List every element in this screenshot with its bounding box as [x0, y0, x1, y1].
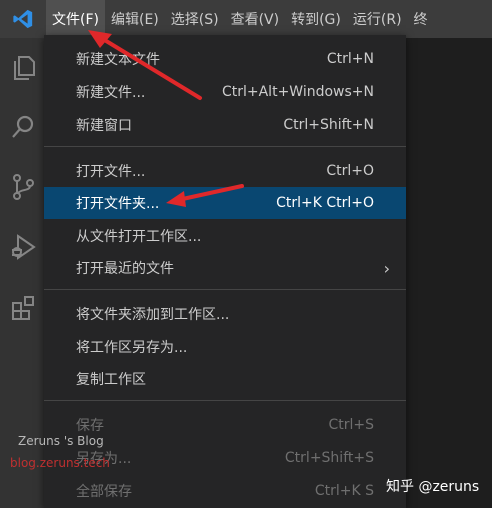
menu-open-file[interactable]: 打开文件... Ctrl+O — [44, 155, 406, 187]
menu-edit[interactable]: 编辑(E) — [105, 0, 165, 38]
menu-selection[interactable]: 选择(S) — [165, 0, 225, 38]
extensions-icon[interactable] — [8, 292, 38, 322]
menu-item-shortcut: Ctrl+Shift+S — [284, 450, 374, 466]
menu-duplicate-workspace[interactable]: 复制工作区 — [44, 363, 406, 395]
chevron-right-icon: › — [383, 258, 390, 278]
menu-save-all[interactable]: 全部保存 Ctrl+K S — [44, 475, 406, 507]
watermark-zhihu: 知乎 @zeruns — [386, 479, 480, 495]
menu-item-shortcut: Ctrl+O — [326, 163, 374, 179]
watermark-blog-url: blog.zeruns.tech — [10, 456, 110, 470]
menu-item-label: 从文件打开工作区... — [76, 229, 202, 245]
menu-item-shortcut: Ctrl+Alt+Windows+N — [221, 84, 374, 100]
menu-terminal[interactable]: 终 — [408, 0, 434, 38]
menu-item-shortcut: Ctrl+K S — [314, 483, 374, 499]
menu-item-label: 新建文本文件 — [76, 52, 160, 68]
menu-open-workspace-from-file[interactable]: 从文件打开工作区... — [44, 220, 406, 252]
menu-go[interactable]: 转到(G) — [285, 0, 347, 38]
menu-item-shortcut: Ctrl+S — [328, 417, 374, 433]
vscode-logo-icon — [0, 0, 46, 38]
menu-new-file[interactable]: 新建文件... Ctrl+Alt+Windows+N — [44, 76, 406, 108]
menu-run[interactable]: 运行(R) — [347, 0, 408, 38]
menu-item-label: 打开最近的文件 — [76, 261, 174, 277]
menu-item-label: 新建文件... — [76, 85, 146, 101]
menu-separator — [44, 289, 406, 290]
menu-item-shortcut: Ctrl+N — [326, 51, 374, 67]
menu-new-text-file[interactable]: 新建文本文件 Ctrl+N — [44, 43, 406, 75]
menu-item-label: 新建窗口 — [76, 118, 132, 134]
menu-add-folder-to-workspace[interactable]: 将文件夹添加到工作区... — [44, 298, 406, 330]
menu-separator — [44, 146, 406, 147]
menu-separator — [44, 400, 406, 401]
menu-item-label: 全部保存 — [76, 484, 132, 500]
menu-item-label: 复制工作区 — [76, 372, 146, 388]
menu-new-window[interactable]: 新建窗口 Ctrl+Shift+N — [44, 109, 406, 141]
menu-view[interactable]: 查看(V) — [225, 0, 286, 38]
watermark-blog-name: Zeruns 's Blog — [18, 434, 104, 448]
menu-item-shortcut: Ctrl+Shift+N — [283, 117, 374, 133]
menu-item-shortcut: Ctrl+K Ctrl+O — [276, 195, 374, 211]
menu-item-label: 打开文件... — [76, 164, 146, 180]
menu-file[interactable]: 文件(F) — [46, 0, 105, 38]
files-icon[interactable] — [8, 52, 38, 82]
menu-open-recent[interactable]: 打开最近的文件 › — [44, 252, 406, 284]
search-icon[interactable] — [8, 112, 38, 142]
menu-item-label: 打开文件夹... — [76, 196, 160, 212]
menu-save-workspace-as[interactable]: 将工作区另存为... — [44, 331, 406, 363]
source-control-icon[interactable] — [8, 172, 38, 202]
menu-item-label: 将文件夹添加到工作区... — [76, 307, 230, 323]
menu-bar: 文件(F) 编辑(E) 选择(S) 查看(V) 转到(G) 运行(R) 终 — [0, 0, 492, 38]
run-debug-icon[interactable] — [8, 232, 38, 262]
menu-item-label: 将工作区另存为... — [76, 340, 188, 356]
menu-item-label: 保存 — [76, 418, 104, 434]
menu-open-folder[interactable]: 打开文件夹... Ctrl+K Ctrl+O — [44, 187, 406, 219]
